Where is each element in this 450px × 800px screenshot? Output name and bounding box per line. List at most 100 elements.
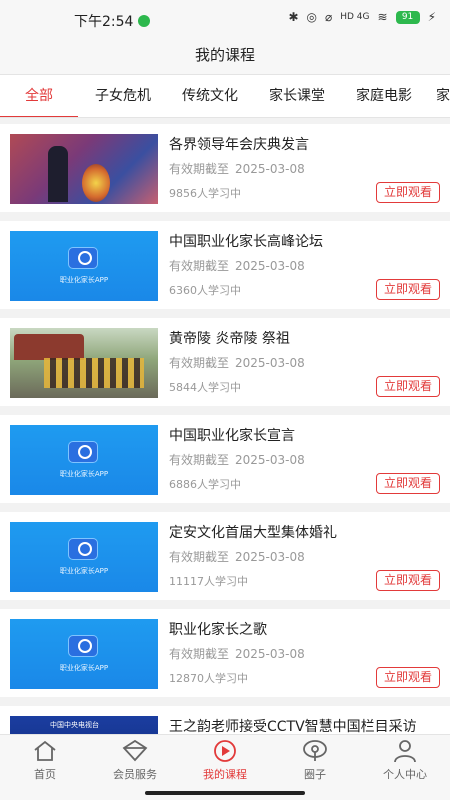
course-title: 定安文化首届大型集体婚礼 bbox=[169, 525, 337, 541]
expiry-label: 有效期截至 bbox=[169, 647, 230, 661]
nav-label: 我的课程 bbox=[203, 768, 247, 781]
nav-my-courses[interactable]: 我的课程 bbox=[185, 739, 265, 782]
course-thumbnail[interactable]: 职业化家长APP bbox=[10, 231, 158, 301]
play-circle-icon bbox=[214, 740, 236, 762]
nav-member-service[interactable]: 会员服务 bbox=[95, 739, 175, 782]
watch-now-button[interactable]: 立即观看 bbox=[376, 182, 440, 203]
course-thumbnail[interactable] bbox=[10, 328, 158, 398]
course-expiry: 有效期截至 2025-03-08 bbox=[169, 354, 305, 371]
learner-count: 5844人学习中 bbox=[169, 381, 241, 394]
tab-children-crisis[interactable]: 子女危机 bbox=[84, 75, 162, 117]
course-title: 中国职业化家长高峰论坛 bbox=[169, 234, 323, 250]
page-title: 我的课程 bbox=[194, 46, 255, 64]
status-bar: 下午2:54 ✱ ◎ ⌀ HD 4G ≋ 91 ⚡ bbox=[0, 0, 450, 36]
nav-label: 圈子 bbox=[304, 768, 326, 781]
tab-label: 家庭电影 bbox=[356, 88, 412, 104]
procession-people bbox=[44, 358, 144, 388]
expiry-date: 2025-03-08 bbox=[235, 356, 305, 370]
nav-home[interactable]: 首页 bbox=[5, 739, 85, 782]
course-item[interactable]: 职业化家长APP 中国职业化家长宣言 有效期截至 2025-03-08 6886人… bbox=[0, 415, 450, 503]
course-title: 黄帝陵 炎帝陵 祭祖 bbox=[169, 331, 290, 347]
notification-dot-icon bbox=[138, 15, 150, 27]
course-title: 中国职业化家长宣言 bbox=[169, 428, 295, 444]
thumbnail-caption: 职业化家长APP bbox=[59, 470, 109, 478]
charging-icon: ⚡ bbox=[427, 10, 436, 24]
watch-now-button[interactable]: 立即观看 bbox=[376, 279, 440, 300]
tab-traditional-culture[interactable]: 传统文化 bbox=[171, 75, 249, 117]
expiry-label: 有效期截至 bbox=[169, 162, 230, 176]
course-list: 各界领导年会庆典发言 有效期截至 2025-03-08 9856人学习中 立即观看… bbox=[0, 124, 450, 734]
expiry-date: 2025-03-08 bbox=[235, 162, 305, 176]
tab-label: 家长课堂 bbox=[269, 88, 325, 104]
tab-label: 全部 bbox=[25, 88, 53, 104]
learner-count: 11117人学习中 bbox=[169, 575, 248, 588]
expiry-label: 有效期截至 bbox=[169, 356, 230, 370]
app-logo-icon bbox=[68, 441, 98, 463]
tab-all[interactable]: 全部 bbox=[0, 75, 78, 117]
watch-now-button[interactable]: 立即观看 bbox=[376, 667, 440, 688]
app-logo-icon bbox=[68, 247, 98, 269]
tab-label: 传统文化 bbox=[182, 88, 238, 104]
mute-icon: ◎ bbox=[306, 10, 317, 24]
diamond-icon bbox=[122, 739, 148, 762]
course-thumbnail[interactable]: 职业化家长APP bbox=[10, 425, 158, 495]
course-item[interactable]: 职业化家长APP 职业化家长之歌 有效期截至 2025-03-08 12870人学… bbox=[0, 609, 450, 697]
nav-label: 会员服务 bbox=[113, 768, 157, 781]
app-logo-icon bbox=[68, 538, 98, 560]
expiry-label: 有效期截至 bbox=[169, 453, 230, 467]
course-thumbnail[interactable]: 职业化家长APP bbox=[10, 619, 158, 689]
course-thumbnail[interactable]: 中国中央电视台 bbox=[10, 716, 158, 734]
learner-count: 6360人学习中 bbox=[169, 284, 241, 297]
battery-indicator: 91 bbox=[395, 10, 420, 24]
nav-label: 个人中心 bbox=[383, 768, 427, 781]
nav-label: 首页 bbox=[34, 768, 56, 781]
expiry-label: 有效期截至 bbox=[169, 550, 230, 564]
course-expiry: 有效期截至 2025-03-08 bbox=[169, 548, 305, 565]
watch-now-button[interactable]: 立即观看 bbox=[376, 376, 440, 397]
course-item[interactable]: 职业化家长APP 中国职业化家长高峰论坛 有效期截至 2025-03-08 636… bbox=[0, 221, 450, 309]
flower-arrangement bbox=[82, 164, 110, 202]
bluetooth-icon: ✱ bbox=[288, 10, 299, 24]
tab-active-underline bbox=[0, 116, 78, 117]
tab-family-movie[interactable]: 家庭电影 bbox=[345, 75, 423, 117]
course-expiry: 有效期截至 2025-03-08 bbox=[169, 451, 305, 468]
course-title: 职业化家长之歌 bbox=[169, 622, 267, 638]
course-item[interactable]: 中国中央电视台 王之韵老师接受CCTV智慧中国栏目采访 bbox=[0, 706, 450, 734]
thumbnail-caption: 职业化家长APP bbox=[59, 276, 109, 284]
course-expiry: 有效期截至 2025-03-08 bbox=[169, 645, 305, 662]
person-icon bbox=[394, 740, 416, 763]
category-tabs: 全部 子女危机 传统文化 家长课堂 家庭电影 家 bbox=[0, 74, 450, 118]
nav-circle[interactable]: 圈子 bbox=[275, 739, 355, 782]
status-icons: ✱ ◎ ⌀ HD 4G ≋ 91 ⚡ bbox=[288, 10, 436, 24]
watch-now-button[interactable]: 立即观看 bbox=[376, 473, 440, 494]
thumbnail-caption: 职业化家长APP bbox=[59, 567, 109, 575]
thumbnail-caption: 职业化家长APP bbox=[59, 664, 109, 672]
expiry-date: 2025-03-08 bbox=[235, 453, 305, 467]
course-title: 各界领导年会庆典发言 bbox=[169, 137, 309, 153]
course-item[interactable]: 职业化家长APP 定安文化首届大型集体婚礼 有效期截至 2025-03-08 11… bbox=[0, 512, 450, 600]
tab-more[interactable]: 家 bbox=[436, 75, 450, 117]
course-item[interactable]: 黄帝陵 炎帝陵 祭祖 有效期截至 2025-03-08 5844人学习中 立即观看 bbox=[0, 318, 450, 406]
wifi-icon: ≋ bbox=[377, 10, 388, 24]
tab-parent-class[interactable]: 家长课堂 bbox=[258, 75, 336, 117]
expiry-date: 2025-03-08 bbox=[235, 647, 305, 661]
course-thumbnail[interactable] bbox=[10, 134, 158, 204]
course-thumbnail[interactable]: 职业化家长APP bbox=[10, 522, 158, 592]
watch-now-button[interactable]: 立即观看 bbox=[376, 570, 440, 591]
expiry-date: 2025-03-08 bbox=[235, 259, 305, 273]
tab-label: 子女危机 bbox=[95, 88, 151, 104]
course-item[interactable]: 各界领导年会庆典发言 有效期截至 2025-03-08 9856人学习中 立即观看 bbox=[0, 124, 450, 212]
expiry-date: 2025-03-08 bbox=[235, 550, 305, 564]
alarm-icon: ⌀ bbox=[325, 10, 333, 24]
pavilion-roof bbox=[14, 334, 84, 360]
status-time: 下午2:54 bbox=[74, 14, 134, 30]
speaker-figure bbox=[48, 146, 68, 202]
circle-pin-icon bbox=[303, 740, 327, 761]
nav-personal-center[interactable]: 个人中心 bbox=[365, 739, 445, 782]
page-header: 我的课程 bbox=[0, 36, 450, 74]
home-indicator[interactable] bbox=[145, 791, 305, 795]
learner-count: 12870人学习中 bbox=[169, 672, 248, 685]
thumbnail-caption: 中国中央电视台 bbox=[50, 721, 99, 729]
home-icon bbox=[34, 740, 56, 761]
course-expiry: 有效期截至 2025-03-08 bbox=[169, 257, 305, 274]
